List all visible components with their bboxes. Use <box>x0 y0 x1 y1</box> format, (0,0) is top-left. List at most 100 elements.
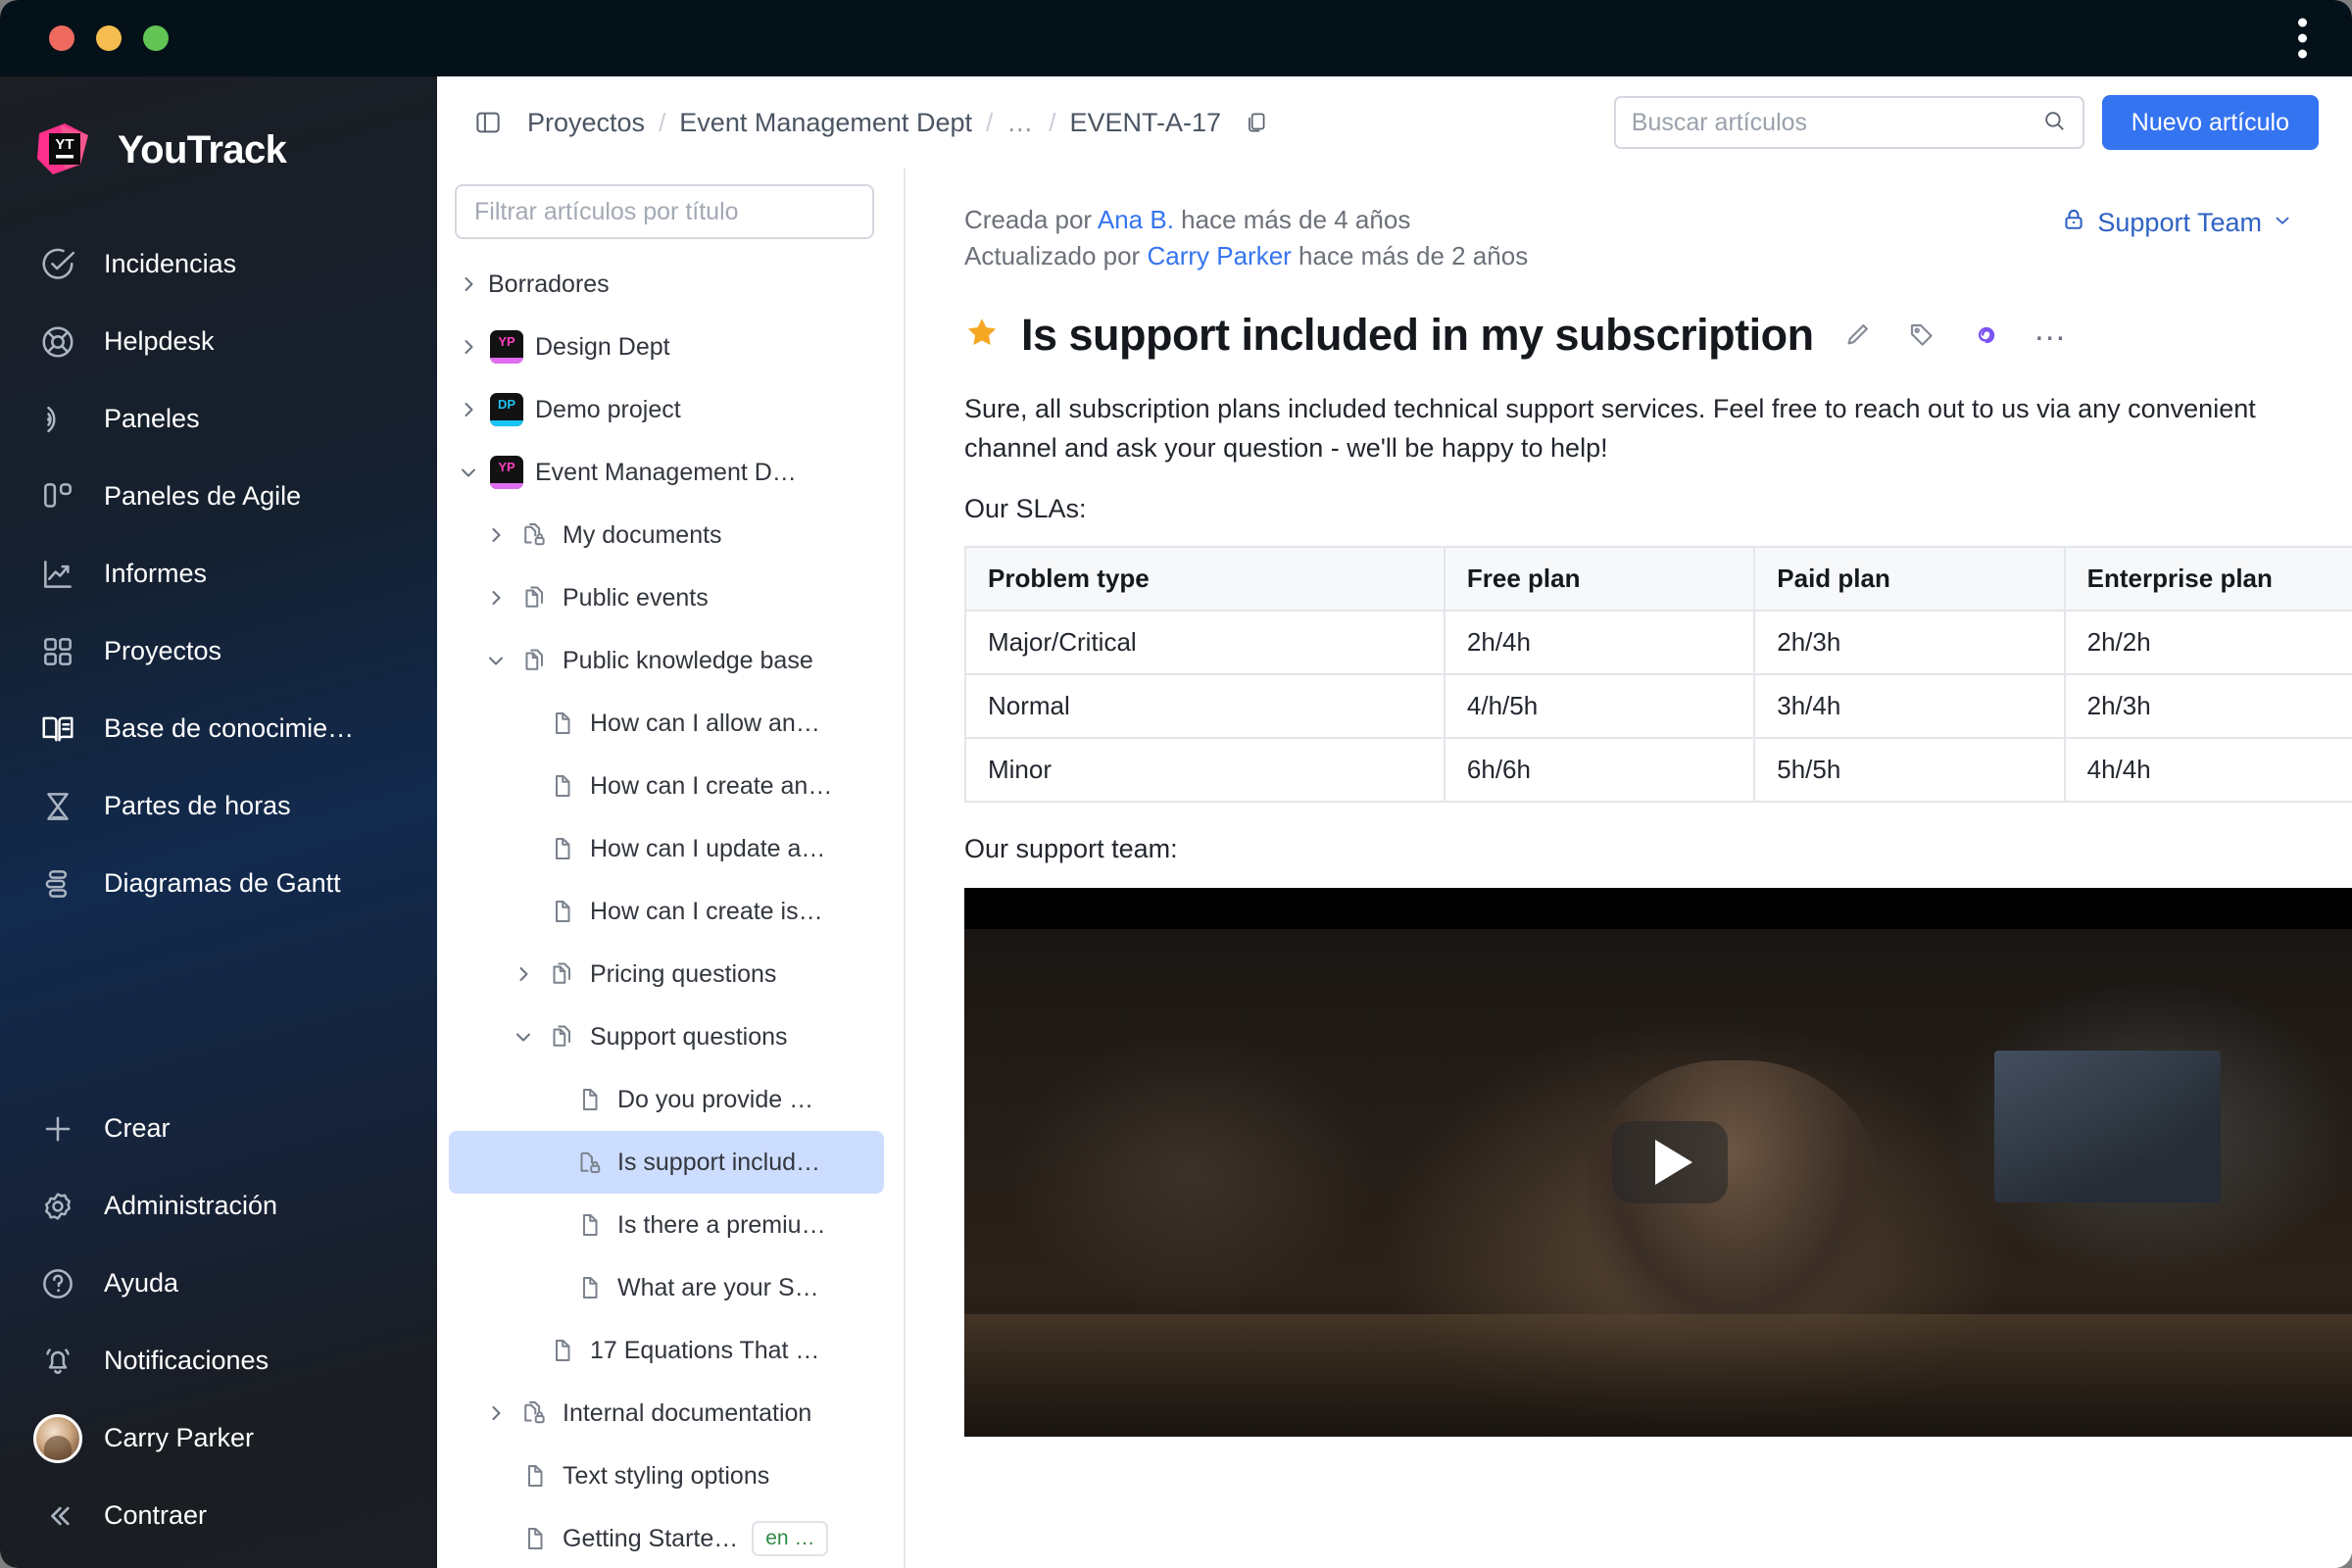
zoom-button[interactable] <box>143 25 169 51</box>
panel-toggle-icon[interactable] <box>466 101 510 144</box>
sidebar-item-knowledge-base[interactable]: Base de conocimie… <box>0 690 437 767</box>
tree-filter-input[interactable] <box>455 184 874 239</box>
visibility-label: Support Team <box>2097 208 2262 237</box>
more-icon[interactable]: … <box>2030 313 2073 357</box>
chevron-right-icon[interactable] <box>476 586 515 610</box>
sidebar-item-administration[interactable]: Administración <box>0 1167 437 1245</box>
grid-icon <box>37 631 78 672</box>
kebab-menu-icon[interactable] <box>2292 13 2313 65</box>
sidebar-collapse-label: Contraer <box>104 1500 208 1530</box>
created-prefix: Creada por <box>964 205 1098 234</box>
visibility-selector[interactable]: Support Team <box>2060 202 2293 240</box>
sidebar-item-timesheets[interactable]: Partes de horas <box>0 767 437 845</box>
sidebar-item-dashboards[interactable]: Paneles <box>0 380 437 458</box>
table-row: Normal 4/h/5h 3h/4h 2h/3h <box>964 672 2352 739</box>
chevron-right-icon[interactable] <box>504 962 543 986</box>
tree-item[interactable]: YP Design Dept <box>449 316 884 378</box>
created-author-link[interactable]: Ana B. <box>1098 205 1174 234</box>
video-desk <box>964 1314 2352 1437</box>
page-icon <box>515 1524 553 1553</box>
chevron-down-icon[interactable] <box>504 1025 543 1049</box>
tree-item[interactable]: Public events <box>449 566 884 629</box>
sidebar-item-help[interactable]: Ayuda <box>0 1245 437 1322</box>
sidebar-item-issues[interactable]: Incidencias <box>0 225 437 303</box>
tree-item-label: Public events <box>563 583 709 612</box>
sidebar-item-user[interactable]: Carry Parker <box>0 1399 437 1477</box>
project-badge-icon: DP <box>488 393 525 426</box>
tag-icon[interactable] <box>1900 314 1943 357</box>
table-row: Major/Critical 2h/4h 2h/3h 2h/2h <box>964 609 2352 675</box>
tree-item-label: Text styling options <box>563 1461 770 1490</box>
tree-item[interactable]: What are your S… <box>449 1256 884 1319</box>
chevron-right-icon[interactable] <box>449 398 488 421</box>
tree-item[interactable]: Borradores <box>449 253 884 316</box>
tree-item[interactable]: How can I update a… <box>449 817 884 880</box>
chevron-right-icon[interactable] <box>449 335 488 359</box>
tree-item[interactable]: Getting Starte… en … <box>449 1507 884 1568</box>
breadcrumb-item-ellipsis[interactable]: … <box>1006 108 1035 138</box>
edit-icon[interactable] <box>1836 314 1879 357</box>
tree-item[interactable]: DP Demo project <box>449 378 884 441</box>
minimize-button[interactable] <box>96 25 122 51</box>
tree-item[interactable]: Internal documentation <box>449 1382 884 1445</box>
sidebar-item-gantt-charts[interactable]: Diagramas de Gantt <box>0 845 437 922</box>
brand[interactable]: YT YouTrack <box>0 76 437 225</box>
hourglass-icon <box>37 786 78 827</box>
tree-item-label: My documents <box>563 520 722 549</box>
updated-author-link[interactable]: Carry Parker <box>1147 241 1291 270</box>
tree-item[interactable]: Support questions <box>449 1005 884 1068</box>
sidebar-item-notifications[interactable]: Notificaciones <box>0 1322 437 1399</box>
play-button-icon[interactable] <box>1612 1120 1728 1203</box>
tree-item[interactable]: 17 Equations That … <box>449 1319 884 1382</box>
tree-item[interactable]: How can I allow an… <box>449 692 884 755</box>
tree-item-label: Demo project <box>535 395 681 423</box>
close-button[interactable] <box>49 25 74 51</box>
tree-item[interactable]: My documents <box>449 504 884 566</box>
search-box[interactable] <box>1613 96 2084 149</box>
sidebar-item-create[interactable]: Crear <box>0 1090 437 1167</box>
sidebar-item-agile-boards[interactable]: Paneles de Agile <box>0 458 437 535</box>
tree-item[interactable]: Is there a premiu… <box>449 1194 884 1256</box>
breadcrumb-item-project[interactable]: Event Management Dept <box>679 108 972 138</box>
language-badge[interactable]: en … <box>752 1521 829 1556</box>
tree-item-label: How can I create an… <box>590 771 833 800</box>
breadcrumb-item-projects[interactable]: Proyectos <box>527 108 645 138</box>
star-filled-icon[interactable] <box>964 315 1000 355</box>
sidebar-item-label: Base de conocimie… <box>104 713 355 743</box>
tree-item[interactable]: Pricing questions <box>449 943 884 1005</box>
tree-item[interactable]: How can I create is… <box>449 880 884 943</box>
tree-item[interactable]: Text styling options <box>449 1445 884 1507</box>
created-suffix: hace más de 4 años <box>1173 205 1411 234</box>
tree-item[interactable]: YP Event Management D… <box>449 441 884 504</box>
sidebar-item-helpdesk[interactable]: Helpdesk <box>0 303 437 380</box>
sidebar-item-projects[interactable]: Proyectos <box>0 612 437 690</box>
article-tree: Borradores YP Design Dept DP Demo project YP E… <box>437 253 904 1568</box>
ai-spiral-icon[interactable] <box>1965 314 2008 357</box>
pages-icon <box>515 583 553 612</box>
agile-board-icon <box>37 476 78 517</box>
tree-item[interactable]: Public knowledge base <box>449 629 884 692</box>
tree-item[interactable]: How can I create an… <box>449 755 884 817</box>
chevron-right-icon[interactable] <box>449 272 488 296</box>
sidebar-item-reports[interactable]: Informes <box>0 535 437 612</box>
traffic-lights <box>49 25 169 51</box>
main-sidebar: YT YouTrack Incidencias Helpdesk Paneles… <box>0 76 437 1568</box>
tree-item-selected[interactable]: Is support includ… <box>449 1131 884 1194</box>
chevron-down-icon[interactable] <box>476 649 515 672</box>
chevron-right-icon[interactable] <box>476 523 515 547</box>
copy-icon[interactable] <box>1235 101 1278 144</box>
new-article-button[interactable]: Nuevo artículo <box>2101 95 2319 150</box>
sidebar-collapse-button[interactable]: Contraer <box>0 1477 437 1554</box>
breadcrumb-separator: / <box>659 107 666 137</box>
tree-item-label: How can I create is… <box>590 897 823 925</box>
table-header-row: Problem type Free plan Paid plan Enterprise… <box>964 545 2352 612</box>
search-input[interactable] <box>1631 108 2032 137</box>
tree-item-label: Internal documentation <box>563 1398 812 1427</box>
table-cell: 2h/3h <box>1753 609 2066 675</box>
chevron-right-icon[interactable] <box>476 1401 515 1425</box>
chevron-down-icon[interactable] <box>449 461 488 484</box>
tree-item[interactable]: Do you provide … <box>449 1068 884 1131</box>
video-player[interactable] <box>964 887 2352 1437</box>
breadcrumb-item-article-id[interactable]: EVENT-A-17 <box>1069 108 1221 138</box>
